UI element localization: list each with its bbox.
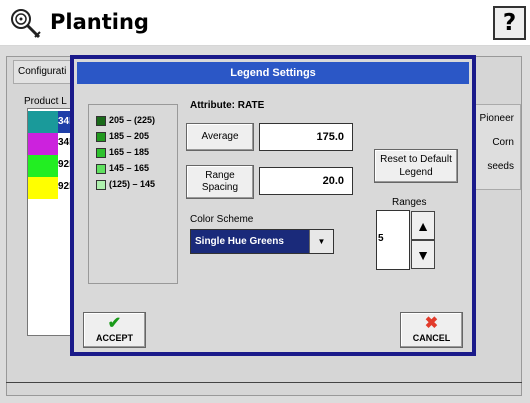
color-scheme-label: Color Scheme [190,214,254,225]
reset-legend-button[interactable]: Reset to Default Legend [374,149,458,183]
legend-swatch [96,131,106,142]
product-brand: Pioneer [479,113,514,124]
product-type: seeds [487,161,514,172]
attribute-label: Attribute: RATE [190,100,265,111]
close-icon: ✖ [424,315,439,332]
reset-label-line1: Reset to Default [380,154,452,165]
checkmark-icon: ✔ [107,315,122,332]
product-crop: Corn [492,137,514,148]
seed-planting-icon [9,7,43,41]
legend-swatch [96,115,106,126]
average-button[interactable]: Average [186,123,254,151]
legend-preview: 205 – (225) 185 – 205 165 – 185 145 – 16… [88,104,178,284]
help-button[interactable]: ? [493,6,526,40]
legend-item: 205 – (225) [96,115,155,129]
product-color-swatch [28,177,58,199]
accept-label: ACCEPT [95,333,133,343]
cancel-label: CANCEL [412,333,451,343]
chevron-down-icon[interactable]: ▼ [309,230,333,253]
dialog-body: Legend Settings 205 – (225) 185 – 205 16… [74,59,472,352]
legend-settings-dialog: Legend Settings 205 – (225) 185 – 205 16… [70,55,476,356]
ranges-label: Ranges [392,197,427,208]
dialog-title: Legend Settings [77,62,469,84]
product-list-label: Product L [24,96,67,107]
range-spacing-button[interactable]: Range Spacing [186,165,254,199]
legend-item: (125) – 145 [96,179,155,193]
range-spacing-label-line2: Spacing [201,182,239,193]
range-spacing-label-line1: Range [205,170,235,181]
reset-label-line2: Legend [399,167,433,178]
divider [6,382,522,383]
legend-range: 145 – 165 [109,163,150,173]
legend-item: 145 – 165 [96,163,149,177]
legend-range: 185 – 205 [109,131,150,141]
color-scheme-value: Single Hue Greens [191,230,309,253]
color-scheme-dropdown[interactable]: Single Hue Greens ▼ [190,229,334,254]
legend-swatch [96,147,106,158]
ranges-decrement-button[interactable]: ▼ [411,240,435,269]
legend-range: (125) – 145 [109,179,156,189]
triangle-up-icon: ▲ [416,218,430,234]
product-color-swatch [28,111,58,133]
cancel-button[interactable]: ✖ CANCEL [400,312,463,348]
app-header: Planting ? [0,0,530,46]
tab-configuration[interactable]: Configurati [13,60,75,84]
accept-button[interactable]: ✔ ACCEPT [83,312,146,348]
average-field[interactable]: 175.0 [259,123,353,151]
ranges-field[interactable]: 5 [376,210,410,270]
legend-range: 205 – (225) [109,115,156,125]
ranges-increment-button[interactable]: ▲ [411,211,435,240]
range-spacing-field[interactable]: 20.0 [259,167,353,195]
product-color-swatch [28,155,58,177]
triangle-down-icon: ▼ [416,247,430,263]
legend-range: 165 – 185 [109,147,150,157]
legend-swatch [96,163,106,174]
product-color-swatch [28,133,58,155]
legend-item: 165 – 185 [96,147,149,161]
legend-swatch [96,179,106,190]
page-title: Planting [50,10,149,34]
legend-item: 185 – 205 [96,131,149,145]
